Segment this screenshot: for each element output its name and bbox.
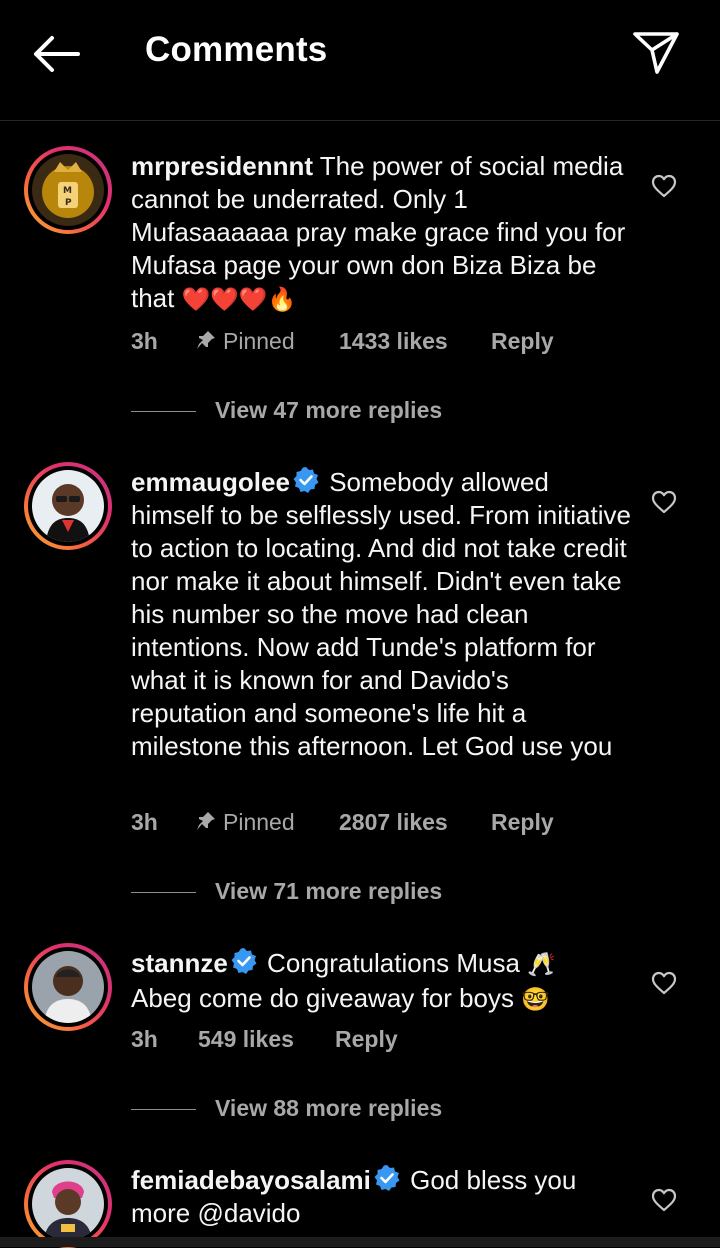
comment-time: 3h [131, 328, 158, 354]
comment-body: femiadebayosalami God bless you more @da… [131, 1164, 631, 1230]
comment-emoji: 🥂 [527, 952, 556, 978]
comment-body: stannze Congratulations Musa 🥂 Abeg come… [131, 947, 631, 1017]
header: Comments [0, 0, 720, 121]
comment-meta: 3h Pinned 2807 likes Reply [131, 809, 631, 839]
heart-icon [651, 490, 677, 514]
svg-text:P: P [65, 198, 72, 208]
story-ring[interactable] [24, 462, 112, 550]
comment-text: Congratulations Musa [267, 948, 520, 978]
avatar [32, 951, 104, 1023]
like-count[interactable]: 549 likes [198, 1026, 294, 1053]
bottom-edge [0, 1237, 720, 1247]
story-ring[interactable] [24, 1160, 112, 1248]
pinned-label: Pinned [195, 328, 295, 355]
comment-time: 3h [131, 809, 158, 835]
page-title: Comments [145, 30, 328, 69]
comment-username[interactable]: stannze [131, 948, 228, 978]
heart-icon [651, 971, 677, 995]
verified-badge-icon [374, 1165, 400, 1191]
comment-meta: 3h 549 likes Reply [131, 1026, 631, 1056]
share-button[interactable] [632, 30, 680, 76]
heart-icon [651, 1188, 677, 1212]
like-button[interactable] [651, 490, 677, 514]
comment-username[interactable]: mrpresidennnt [131, 151, 313, 181]
verified-badge-icon [293, 467, 319, 493]
like-button[interactable] [651, 971, 677, 995]
avatar [32, 1168, 104, 1240]
comment-username[interactable]: femiadebayosalami [131, 1165, 371, 1195]
reply-button[interactable]: Reply [335, 1026, 398, 1053]
svg-text:M: M [63, 186, 72, 196]
verified-badge-icon [231, 948, 257, 974]
comment-username[interactable]: emmaugolee [131, 467, 290, 497]
divider [131, 892, 196, 893]
like-count[interactable]: 1433 likes [339, 328, 448, 355]
avatar [32, 470, 104, 542]
like-count[interactable]: 2807 likes [339, 809, 448, 836]
divider [131, 411, 196, 412]
reply-button[interactable]: Reply [491, 328, 554, 355]
arrow-left-icon [34, 36, 80, 72]
comment-time: 3h [131, 1026, 158, 1052]
story-ring[interactable] [24, 943, 112, 1031]
comment-text: Abeg come do giveaway for boys [131, 983, 514, 1013]
story-ring[interactable]: M P [24, 146, 112, 234]
heart-icon [651, 174, 677, 198]
pin-icon [197, 331, 215, 349]
comment-text: Somebody allowed himself to be selflessl… [131, 467, 631, 761]
comment-emojis: ❤️❤️❤️🔥 [181, 287, 297, 313]
comment-meta: 3h Pinned 1433 likes Reply [131, 328, 631, 358]
paper-plane-icon [633, 32, 679, 74]
pinned-label: Pinned [195, 809, 295, 836]
back-button[interactable] [30, 32, 82, 76]
like-button[interactable] [651, 174, 677, 198]
avatar: M P [32, 154, 104, 226]
divider [131, 1109, 196, 1110]
comment-body: mrpresidennnt The power of social media … [131, 150, 631, 317]
comment-emoji: 🤓 [521, 987, 550, 1013]
like-button[interactable] [651, 1188, 677, 1212]
reply-button[interactable]: Reply [491, 809, 554, 836]
comment-body: emmaugolee Somebody allowed himself to b… [131, 466, 631, 763]
pin-icon [197, 812, 215, 830]
